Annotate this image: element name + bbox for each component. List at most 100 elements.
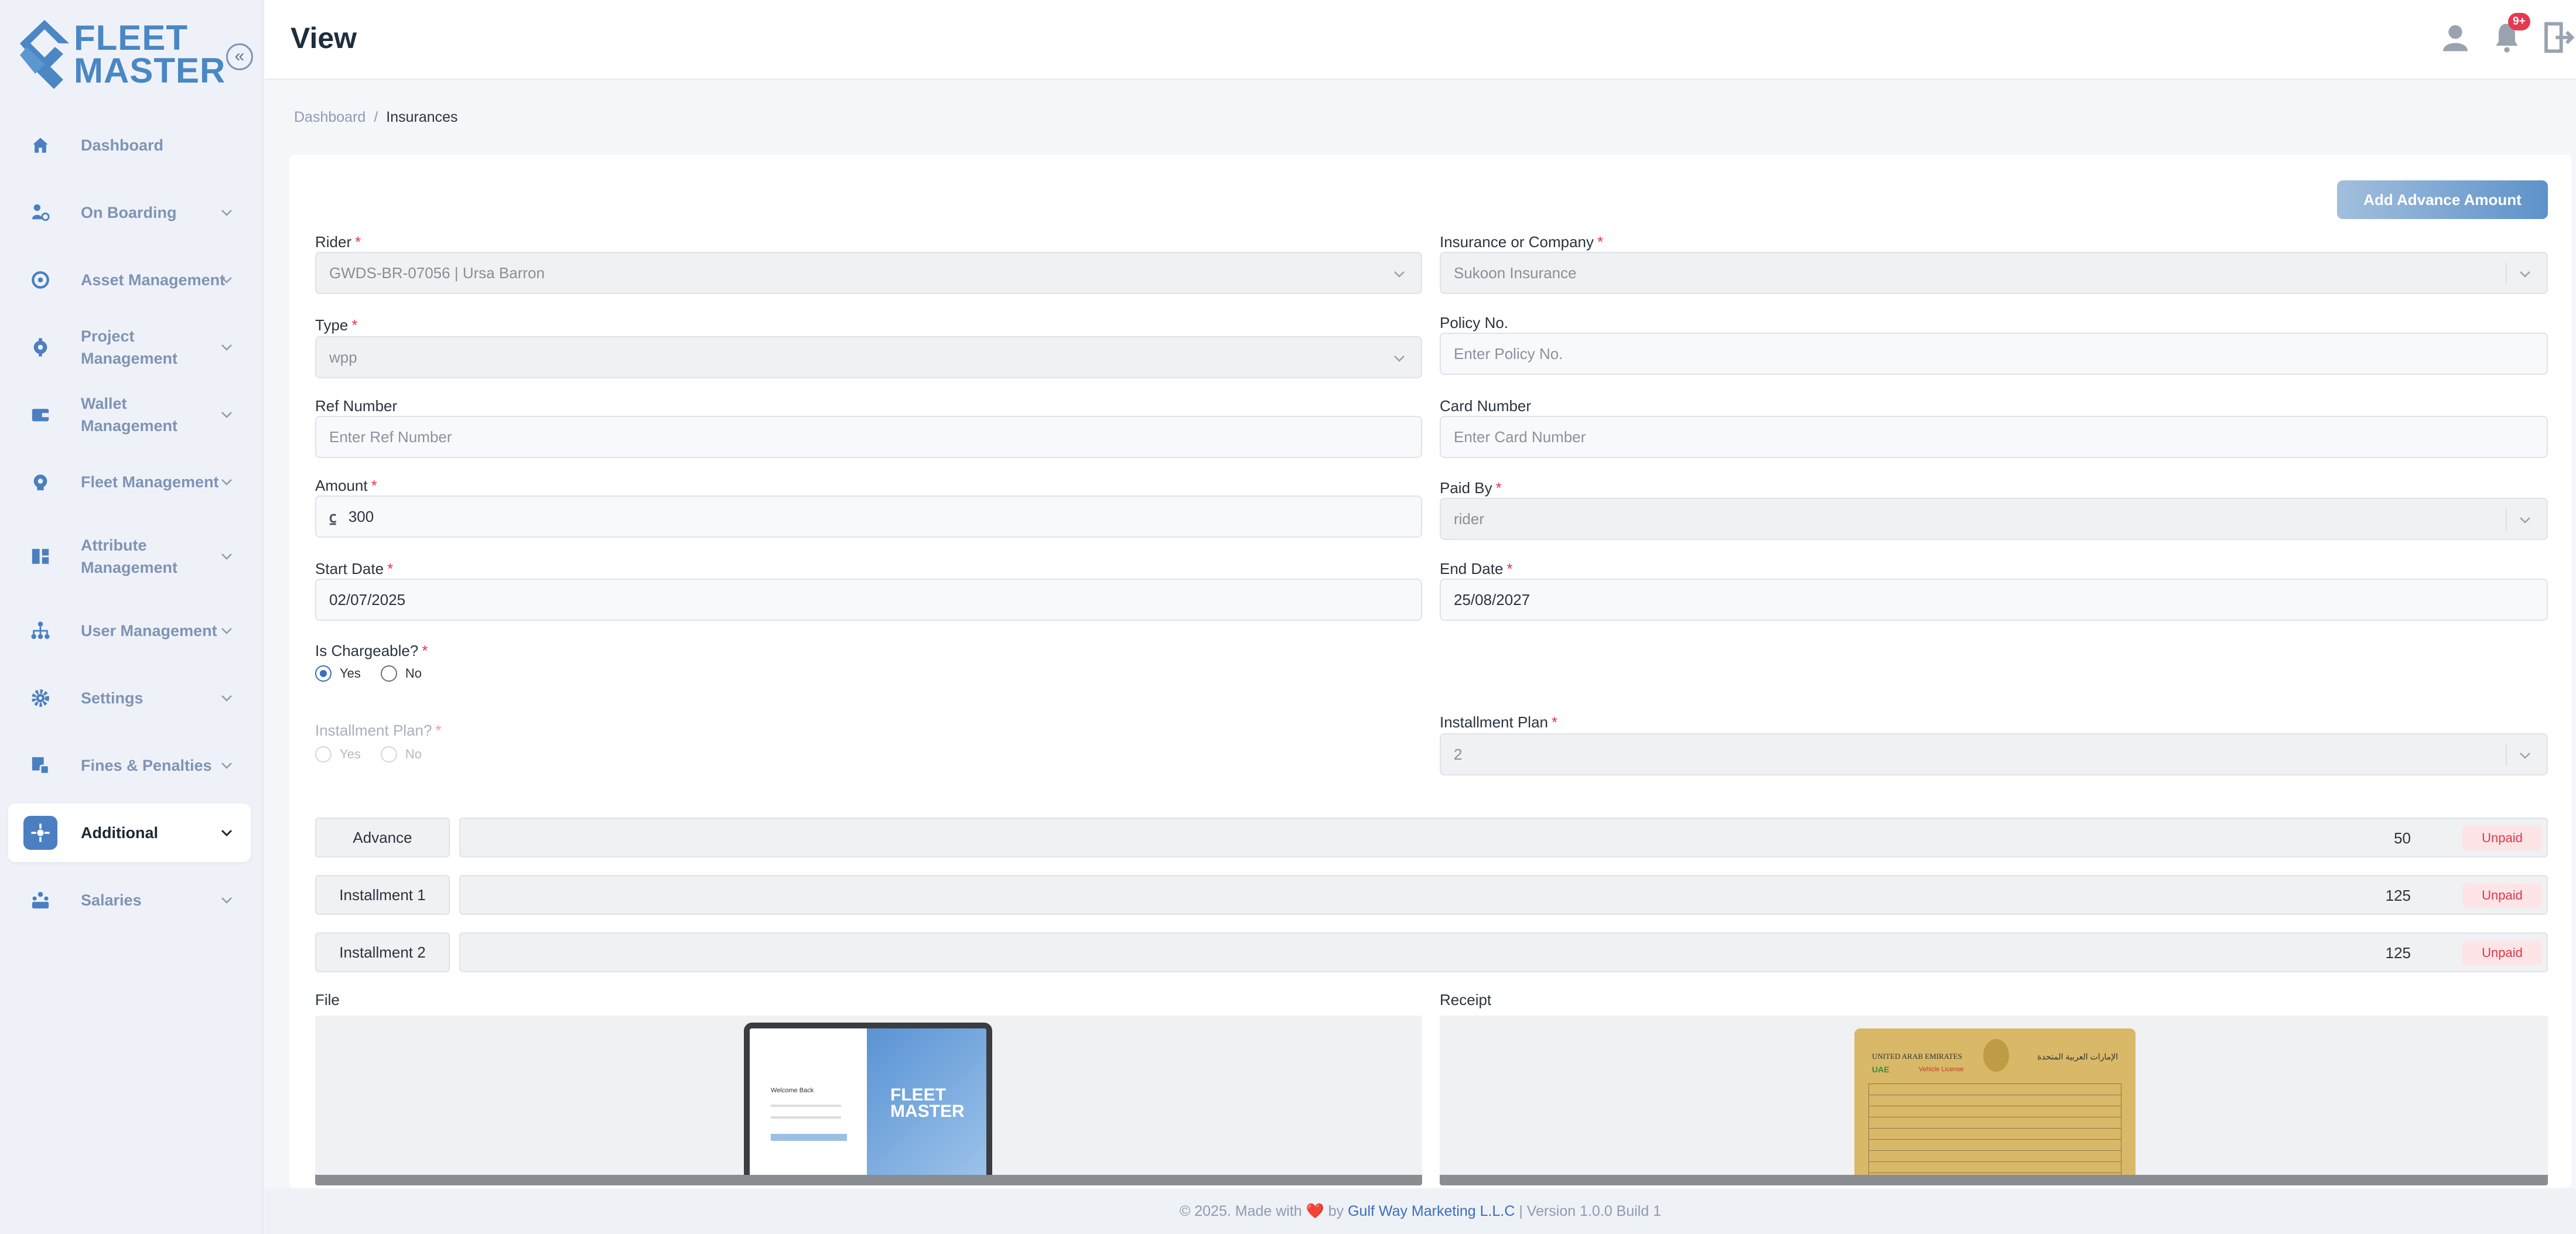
rider-value: GWDS-BR-07056 | Ursa Barron (329, 264, 545, 282)
chevron-down-icon (2520, 271, 2530, 278)
select-divider (2506, 508, 2507, 531)
chevron-down-icon (221, 695, 232, 702)
installment-plan-radio-group: Yes No (315, 746, 442, 763)
breadcrumb-dashboard-link[interactable]: Dashboard (294, 109, 365, 125)
sidebar-item-label: Project Management (81, 327, 178, 367)
installment-row: 125 Unpaid (459, 875, 2548, 915)
currency-symbol: ⃀ (329, 508, 337, 526)
user-icon (2443, 25, 2468, 52)
chevron-down-icon (221, 412, 232, 418)
paid-by-select[interactable]: rider (1440, 498, 2548, 540)
installment-amount: 125 (2385, 944, 2411, 962)
additional-icon (23, 816, 57, 850)
chevron-down-icon (221, 763, 232, 769)
sidebar-item-dashboard[interactable]: Dashboard (8, 116, 251, 175)
file-label: File (315, 991, 340, 1009)
rider-select[interactable]: GWDS-BR-07056 | Ursa Barron (315, 252, 1422, 294)
installment-plan-select[interactable]: 2 (1440, 733, 2548, 775)
select-divider (2506, 744, 2507, 766)
chevron-down-icon (221, 897, 232, 904)
chevron-down-icon (2520, 517, 2530, 524)
type-label: Type * (315, 316, 358, 334)
radio-label-yes: Yes (340, 747, 361, 761)
receipt-preview[interactable]: UNITED ARAB EMIRATES UAE Vehicle License… (1440, 1016, 2548, 1185)
sidebar-item-project-management[interactable]: Project Management (8, 318, 251, 377)
sidebar-item-fines-penalties[interactable]: Fines & Penalties (8, 736, 251, 795)
installment-plan-no-radio[interactable] (380, 746, 397, 763)
sidebar-item-asset-management[interactable]: Asset Management (8, 251, 251, 309)
sidebar-item-attribute-management[interactable]: Attribute Management (8, 520, 251, 593)
paid-by-value: rider (1454, 510, 1485, 528)
receipt-label: Receipt (1440, 991, 1492, 1009)
file-preview-brand-line1: FLEET (890, 1085, 946, 1105)
file-preview[interactable]: Welcome Back FLEET MASTER (315, 1016, 1422, 1185)
breadcrumb: Dashboard / Insurances (294, 109, 458, 126)
installment-amount: 50 (2394, 829, 2411, 847)
onboarding-icon (23, 196, 57, 230)
chevron-down-icon (221, 210, 232, 216)
notifications-button[interactable]: 9+ (2490, 13, 2530, 54)
start-date-input[interactable]: 02/07/2025 (315, 579, 1422, 621)
chevron-down-icon (221, 479, 232, 486)
type-select[interactable]: wpp (315, 336, 1422, 378)
card-number-label: Card Number (1440, 397, 1532, 415)
policy-no-input[interactable]: Enter Policy No. (1440, 333, 2548, 375)
collapse-sidebar-button[interactable]: « (226, 43, 253, 70)
is-chargeable-no-radio[interactable] (380, 665, 397, 682)
installment-row-label: Installment 2 (315, 932, 450, 972)
receipt-country-ar: الإمارات العربية المتحدة (2037, 1052, 2118, 1061)
installment-amount: 125 (2385, 887, 2411, 904)
sidebar-item-label: Additional (81, 824, 158, 842)
policy-no-label: Policy No. (1440, 314, 1509, 331)
topbar: View 9+ (265, 0, 2576, 80)
amount-input[interactable]: ⃀ 300 (315, 495, 1422, 538)
is-chargeable-label: Is Chargeable? * (315, 642, 428, 659)
receipt-preview-scrollbar[interactable] (1440, 1175, 2548, 1185)
installment-row: 50 Unpaid (459, 818, 2548, 857)
ref-number-input[interactable]: Enter Ref Number (315, 416, 1422, 458)
add-advance-amount-button[interactable]: Add Advance Amount (2337, 180, 2548, 219)
sidebar-item-fleet-management[interactable]: Fleet Management (8, 453, 251, 511)
sidebar-item-on-boarding[interactable]: On Boarding (8, 183, 251, 242)
sidebar-item-additional[interactable]: Additional (8, 804, 251, 862)
sidebar-item-label: Dashboard (81, 136, 164, 154)
insurance-company-value: Sukoon Insurance (1454, 264, 1577, 282)
footer: © 2025. Made with ❤️ by Gulf Way Marketi… (265, 1189, 2576, 1234)
chevron-down-icon (221, 829, 233, 837)
logout-icon (2544, 22, 2575, 53)
policy-no-placeholder: Enter Policy No. (1454, 344, 1563, 363)
type-value: wpp (329, 348, 357, 366)
installment-plan-yes-radio[interactable] (315, 746, 332, 763)
asset-icon (23, 263, 57, 297)
fleet-icon (23, 465, 57, 499)
attribute-icon (23, 539, 57, 573)
user-profile-button[interactable] (2439, 21, 2472, 54)
receipt-preview-image: UNITED ARAB EMIRATES UAE Vehicle License… (1854, 1028, 2136, 1185)
chevron-down-icon (2520, 753, 2530, 759)
sidebar-item-user-management[interactable]: User Management (8, 601, 251, 660)
sidebar-item-salaries[interactable]: Salaries (8, 871, 251, 929)
status-badge: Unpaid (2462, 826, 2542, 850)
file-preview-scrollbar[interactable] (315, 1175, 1422, 1185)
amount-value: 300 (348, 507, 374, 525)
sidebar-item-wallet-management[interactable]: Wallet Management (8, 385, 251, 444)
installment-plan-label: Installment Plan * (1440, 713, 1558, 731)
insurance-company-select[interactable]: Sukoon Insurance (1440, 252, 2548, 294)
installment-row-label: Advance (315, 818, 450, 857)
logo[interactable]: FLEET MASTER (20, 20, 226, 89)
file-preview-brand-line2: MASTER (890, 1102, 965, 1121)
logout-button[interactable] (2542, 21, 2575, 54)
radio-label-yes: Yes (340, 666, 361, 681)
receipt-doc-title: Vehicle License (1919, 1066, 1964, 1073)
chevron-down-icon (1394, 271, 1405, 278)
footer-company-link[interactable]: Gulf Way Marketing L.L.C (1348, 1203, 1515, 1219)
end-date-input[interactable]: 25/08/2027 (1440, 579, 2548, 621)
sidebar: FLEET MASTER « Dashboard On Boarding Ass… (0, 0, 264, 1234)
sidebar-item-settings[interactable]: Settings (8, 669, 251, 727)
card-number-input[interactable]: Enter Card Number (1440, 416, 2548, 458)
installment-row: 125 Unpaid (459, 932, 2548, 972)
card-number-placeholder: Enter Card Number (1454, 428, 1586, 446)
is-chargeable-yes-radio[interactable] (315, 665, 332, 682)
insurance-company-label: Insurance or Company * (1440, 233, 1604, 251)
breadcrumb-current: Insurances (386, 109, 458, 125)
